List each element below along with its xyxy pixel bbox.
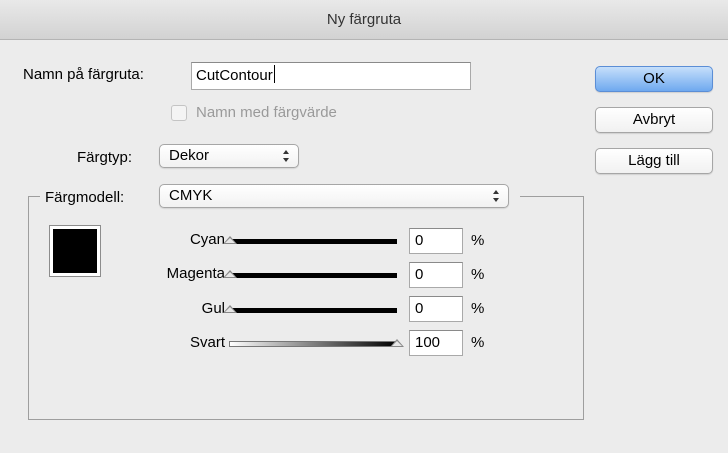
yellow-slider-track[interactable]: [229, 308, 397, 313]
updown-arrows-icon: [283, 150, 289, 162]
yellow-input[interactable]: 0: [409, 296, 463, 322]
color-model-value: CMYK: [169, 187, 213, 204]
cyan-slider-track[interactable]: [229, 239, 397, 244]
cyan-label: Cyan: [189, 231, 225, 248]
color-type-select[interactable]: Dekor: [159, 144, 299, 168]
yellow-label: Gul: [201, 300, 225, 317]
color-model-select[interactable]: CMYK: [159, 184, 509, 208]
black-unit: %: [471, 334, 485, 351]
updown-arrows-icon: [493, 190, 499, 202]
black-slider-track[interactable]: [229, 341, 397, 347]
cyan-input[interactable]: 0: [409, 228, 463, 254]
cyan-unit: %: [471, 232, 485, 249]
swatch-name-label: Namn på färgruta:: [23, 66, 144, 83]
new-swatch-dialog: Ny färgruta Namn på färgruta: CutContour…: [0, 0, 728, 453]
black-label: Svart: [189, 334, 225, 351]
name-with-value-label: Namn med färgvärde: [196, 104, 337, 121]
color-type-value: Dekor: [169, 147, 210, 164]
yellow-unit: %: [471, 300, 485, 317]
magenta-label: Magenta: [166, 265, 225, 282]
magenta-unit: %: [471, 266, 485, 283]
cyan-slider-thumb[interactable]: [223, 236, 237, 244]
cancel-button[interactable]: Avbryt: [595, 107, 713, 133]
color-model-label: Färgmodell:: [45, 189, 125, 206]
black-slider-thumb[interactable]: [390, 339, 404, 347]
yellow-slider-thumb[interactable]: [223, 305, 237, 313]
ok-button[interactable]: OK: [595, 66, 713, 92]
magenta-input[interactable]: 0: [409, 262, 463, 288]
swatch-name-input[interactable]: CutContour: [191, 62, 471, 90]
black-input[interactable]: 100: [409, 330, 463, 356]
name-with-value-checkbox[interactable]: [171, 105, 187, 121]
text-cursor: [273, 65, 275, 83]
color-type-label: Färgtyp:: [77, 149, 133, 166]
dialog-title: Ny färgruta: [0, 0, 728, 40]
color-preview: [49, 225, 101, 277]
swatch-name-value: CutContour: [196, 67, 273, 84]
color-preview-fill: [53, 229, 97, 273]
magenta-slider-thumb[interactable]: [223, 270, 237, 278]
magenta-slider-track[interactable]: [229, 273, 397, 278]
add-button[interactable]: Lägg till: [595, 148, 713, 174]
